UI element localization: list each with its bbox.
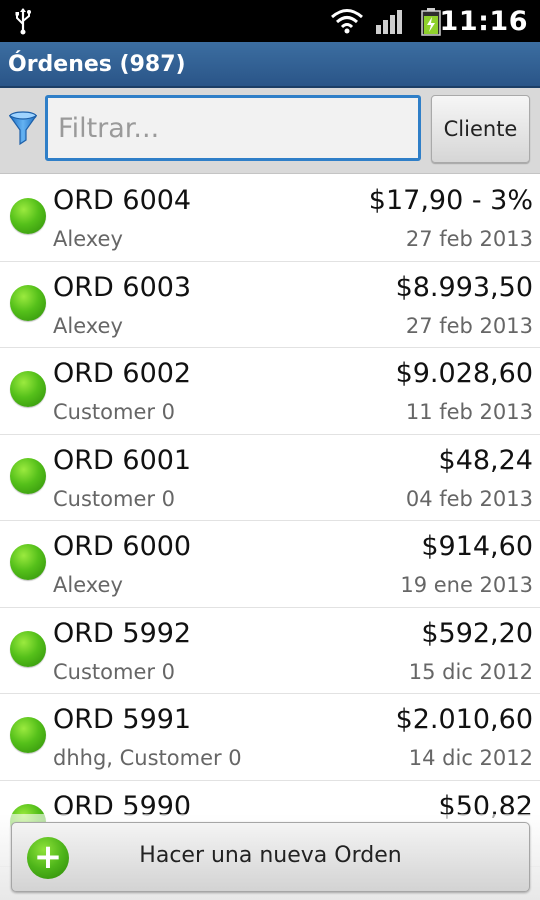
- status-dot-icon: [10, 717, 46, 753]
- order-amount: $8.993,50: [395, 271, 533, 303]
- page-title: Órdenes (987): [0, 42, 540, 88]
- order-id: ORD 6001: [53, 444, 192, 476]
- order-id: ORD 5992: [53, 617, 192, 649]
- order-customer: Alexey: [53, 573, 123, 597]
- order-customer: Customer 0: [53, 400, 176, 424]
- filter-bar: Cliente: [0, 88, 540, 174]
- status-dot-icon: [10, 284, 46, 321]
- order-date: 19 ene 2013: [400, 573, 533, 597]
- order-customer: dhhg, Customer 0: [53, 746, 242, 770]
- order-date: 27 feb 2013: [405, 227, 533, 251]
- order-row[interactable]: ORD 6001 Customer 0 $48,24 04 feb 2013: [0, 435, 540, 521]
- order-amount: $48,24: [438, 444, 533, 476]
- order-customer: Customer 0: [53, 486, 176, 511]
- footer-bar: + Hacer una nueva Orden: [0, 814, 540, 900]
- order-amount: $9.028,60: [395, 358, 533, 389]
- signal-icon: [375, 9, 405, 39]
- status-dot-icon: [10, 198, 46, 234]
- client-button[interactable]: Cliente: [431, 95, 530, 163]
- order-row[interactable]: ORD 5992 Customer 0 $592,20 15 dic 2012: [0, 608, 540, 694]
- funnel-icon[interactable]: [8, 111, 38, 151]
- status-dot-icon: [10, 371, 46, 407]
- status-bar: 11:16: [0, 0, 540, 42]
- order-date: 15 dic 2012: [408, 659, 533, 684]
- status-dot-icon: [10, 544, 46, 580]
- order-customer: Alexey: [53, 313, 123, 338]
- order-row[interactable]: ORD 6002 Customer 0 $9.028,60 11 feb 201…: [0, 348, 540, 435]
- status-dot-icon: [10, 457, 46, 494]
- order-date: 14 dic 2012: [408, 746, 533, 770]
- filter-input[interactable]: [45, 95, 421, 161]
- order-id: ORD 6002: [53, 358, 192, 389]
- new-order-label: Hacer una nueva Orden: [139, 843, 402, 868]
- new-order-button[interactable]: + Hacer una nueva Orden: [11, 822, 530, 892]
- order-date: 11 feb 2013: [405, 400, 533, 424]
- order-id: ORD 6000: [53, 531, 192, 562]
- status-clock: 11:16: [439, 6, 528, 37]
- order-amount: $592,20: [421, 617, 533, 649]
- wifi-icon: [330, 8, 364, 38]
- order-customer: Alexey: [53, 227, 123, 251]
- order-amount: $17,90 - 3%: [368, 185, 533, 216]
- order-id: ORD 6003: [53, 271, 192, 303]
- order-id: ORD 5991: [53, 704, 192, 735]
- order-row[interactable]: ORD 5991 dhhg, Customer 0 $2.010,60 14 d…: [0, 694, 540, 781]
- order-amount: $2.010,60: [395, 704, 533, 735]
- order-row[interactable]: ORD 6000 Alexey $914,60 19 ene 2013: [0, 521, 540, 608]
- usb-icon: [14, 7, 32, 39]
- order-row[interactable]: ORD 6003 Alexey $8.993,50 27 feb 2013: [0, 262, 540, 348]
- order-amount: $914,60: [421, 531, 533, 562]
- status-dot-icon: [10, 630, 46, 667]
- order-row[interactable]: ORD 6004 Alexey $17,90 - 3% 27 feb 2013: [0, 175, 540, 262]
- order-id: ORD 6004: [53, 185, 192, 216]
- order-date: 27 feb 2013: [405, 313, 533, 338]
- order-date: 04 feb 2013: [405, 486, 533, 511]
- order-list: ORD 6004 Alexey $17,90 - 3% 27 feb 2013 …: [0, 175, 540, 900]
- order-customer: Customer 0: [53, 659, 176, 684]
